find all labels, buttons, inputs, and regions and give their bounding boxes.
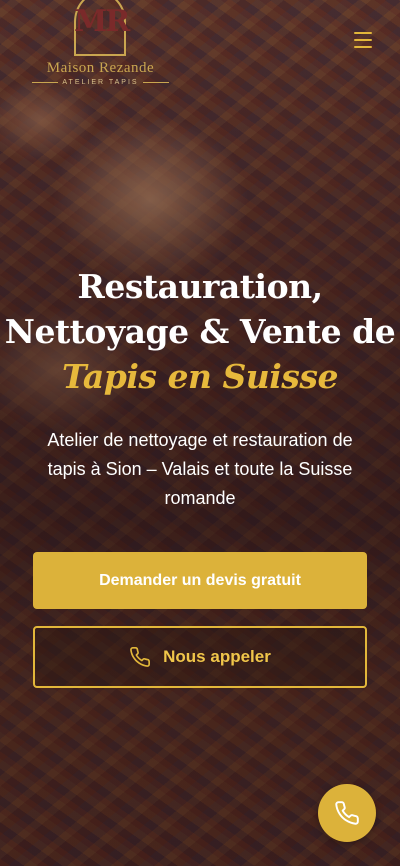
hero-subtitle: Atelier de nettoyage et restauration de … <box>47 430 353 508</box>
call-us-label: Nous appeler <box>163 647 271 666</box>
hero-title-accent: Tapis en Suisse <box>62 357 338 396</box>
menu-bar <box>354 39 372 41</box>
hamburger-icon[interactable] <box>354 32 372 48</box>
phone-icon <box>130 647 151 667</box>
floating-call-button[interactable] <box>318 784 376 842</box>
hero-title-line2: Nettoyage & Vente de <box>4 312 396 351</box>
logo-monogram: MR <box>74 4 130 39</box>
hero-title: Restauration, Nettoyage & Vente de Tapis… <box>0 264 400 399</box>
logo-name: Maison Rezande <box>46 60 155 76</box>
menu-bar <box>354 32 372 34</box>
site-header: MR Maison Rezande ATELIER TAPIS <box>0 0 400 100</box>
menu-bar <box>354 46 372 48</box>
phone-icon <box>335 801 359 825</box>
request-quote-label: Demander un devis gratuit <box>99 571 301 589</box>
call-us-button[interactable]: Nous appeler <box>33 626 367 688</box>
hero-title-line1: Restauration, <box>77 267 323 306</box>
site-logo[interactable]: MR Maison Rezande ATELIER TAPIS <box>28 0 173 92</box>
logo-tagline: ATELIER TAPIS <box>28 79 173 86</box>
request-quote-button[interactable]: Demander un devis gratuit <box>33 552 367 609</box>
